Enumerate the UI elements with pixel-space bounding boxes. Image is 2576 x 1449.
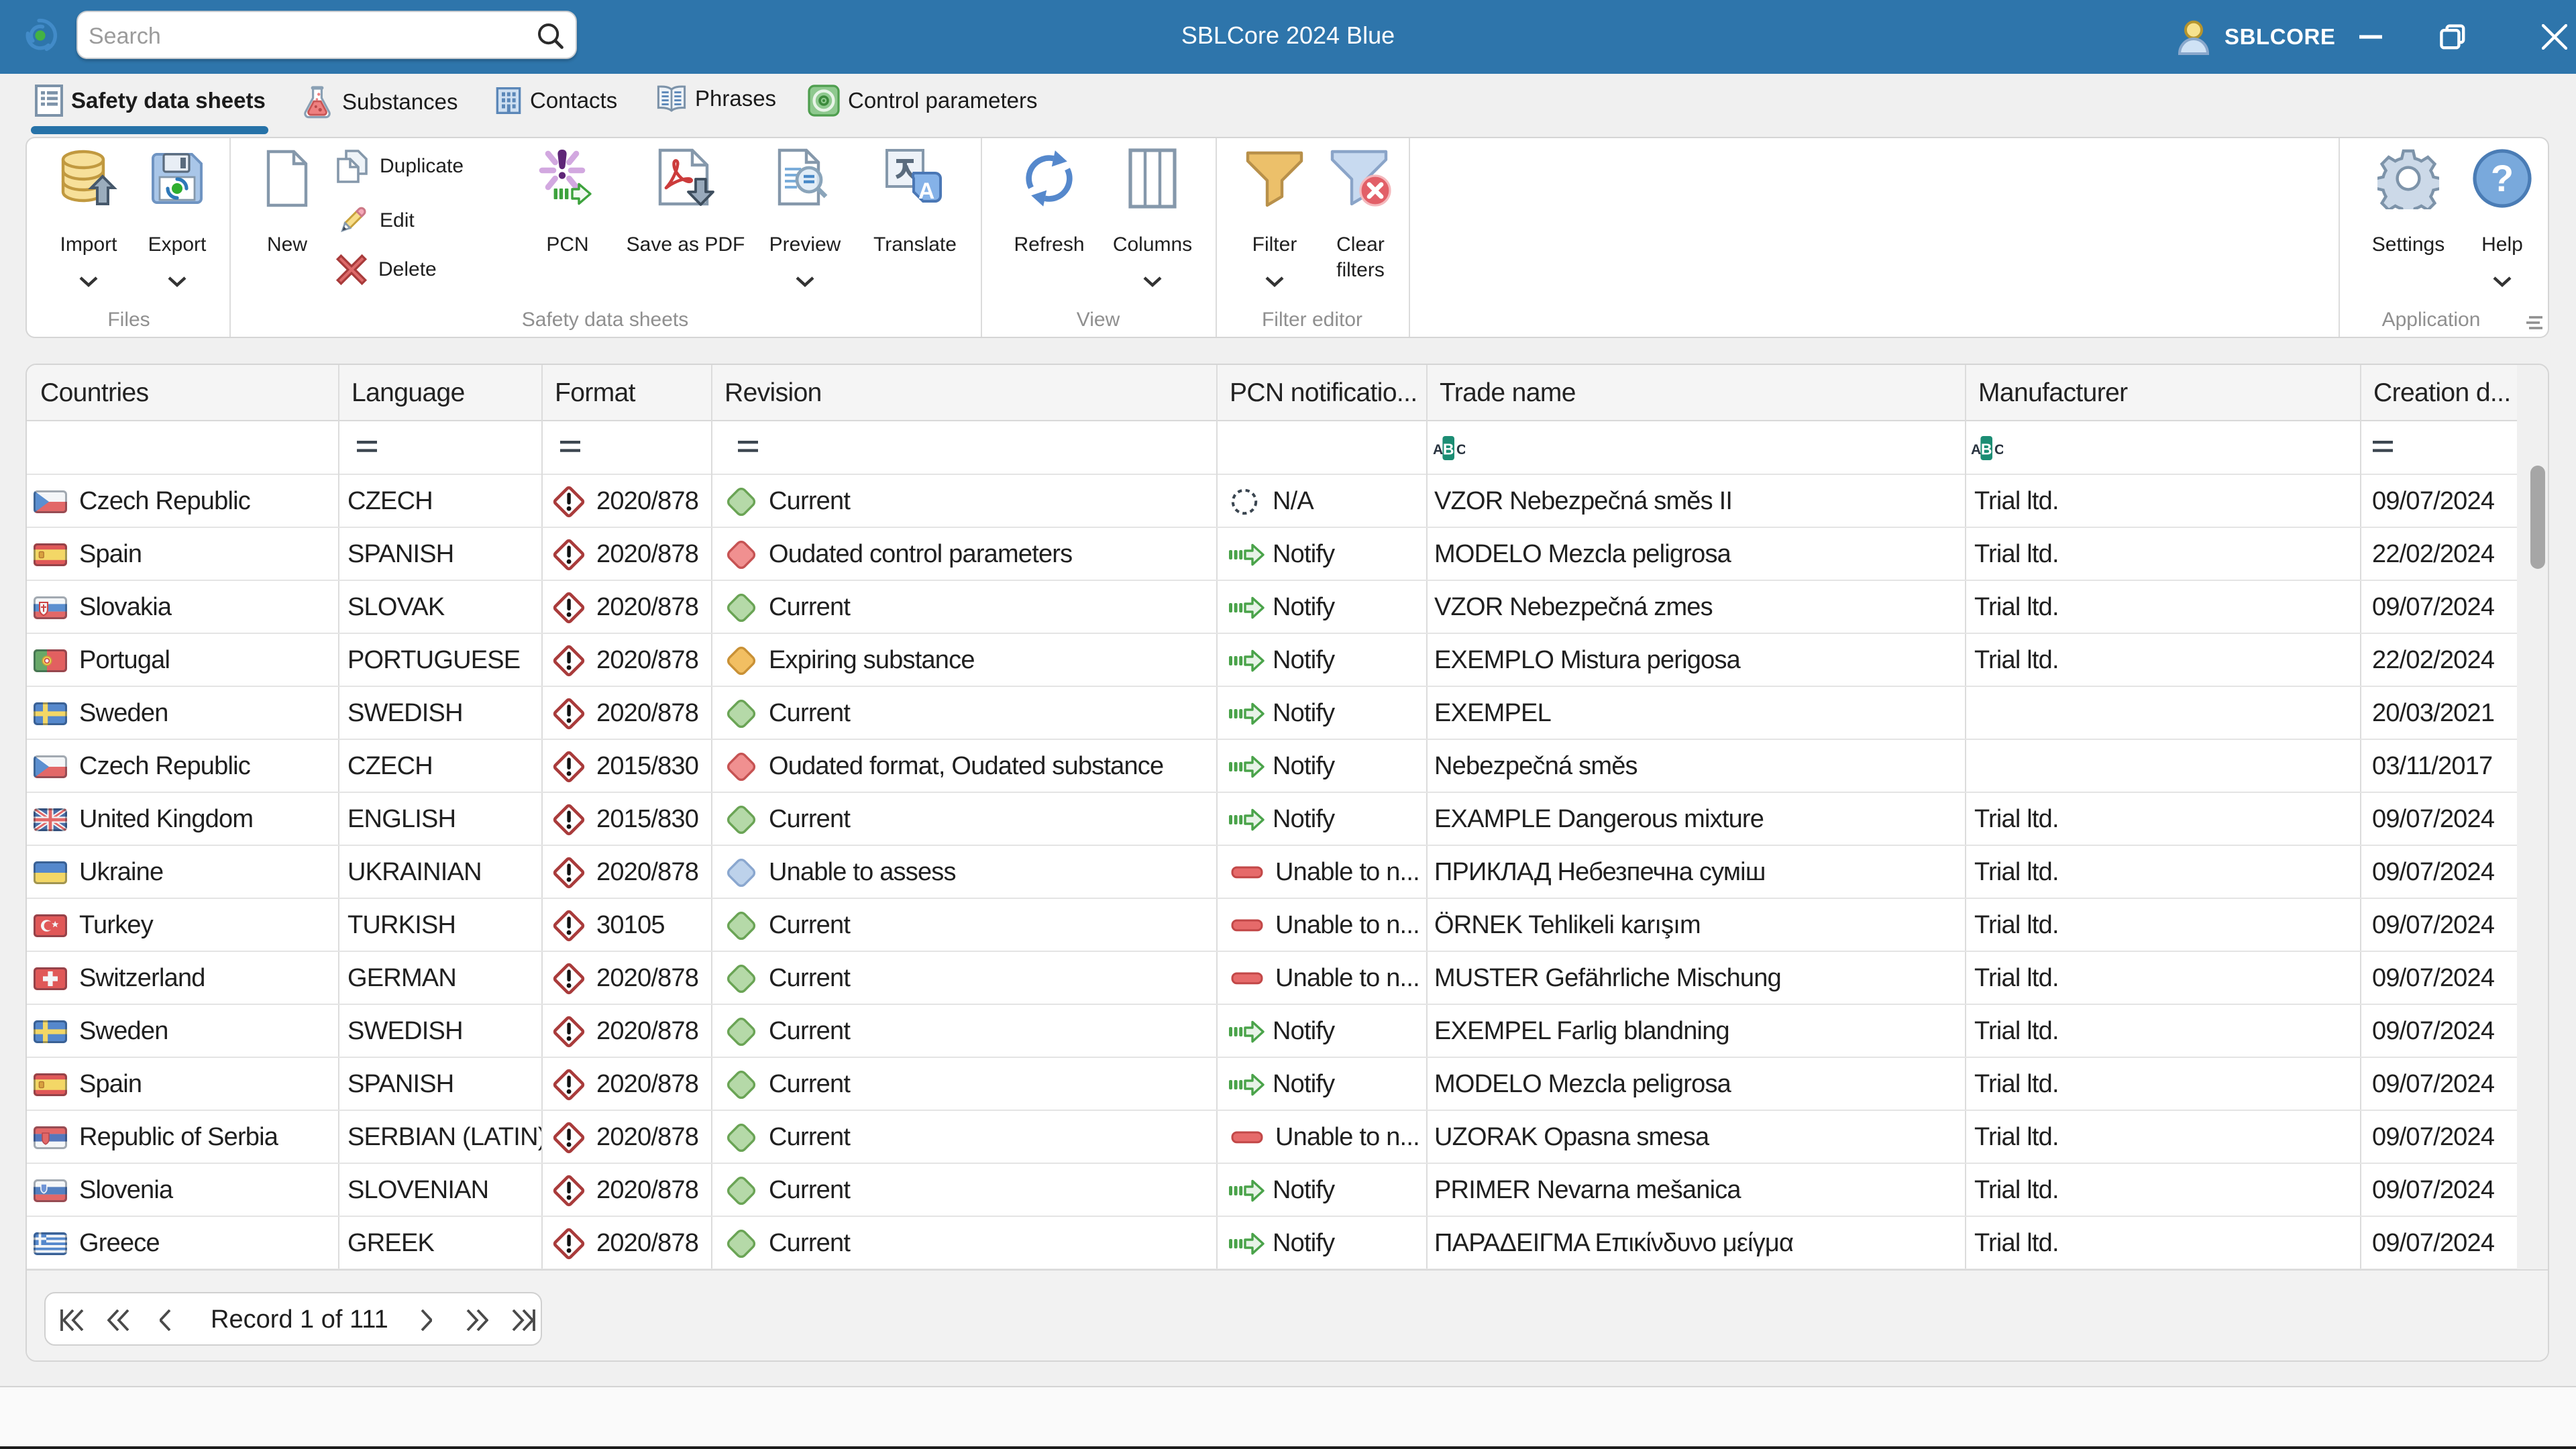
svg-text:B: B	[1981, 441, 1992, 458]
svg-text:A: A	[918, 178, 935, 204]
svg-text:B: B	[1443, 441, 1454, 458]
svg-text:C: C	[1994, 442, 2003, 458]
svg-text:?: ?	[2491, 157, 2514, 199]
svg-text:A: A	[1433, 442, 1443, 458]
svg-text:C: C	[1456, 442, 1465, 458]
svg-text:A: A	[1971, 442, 1981, 458]
